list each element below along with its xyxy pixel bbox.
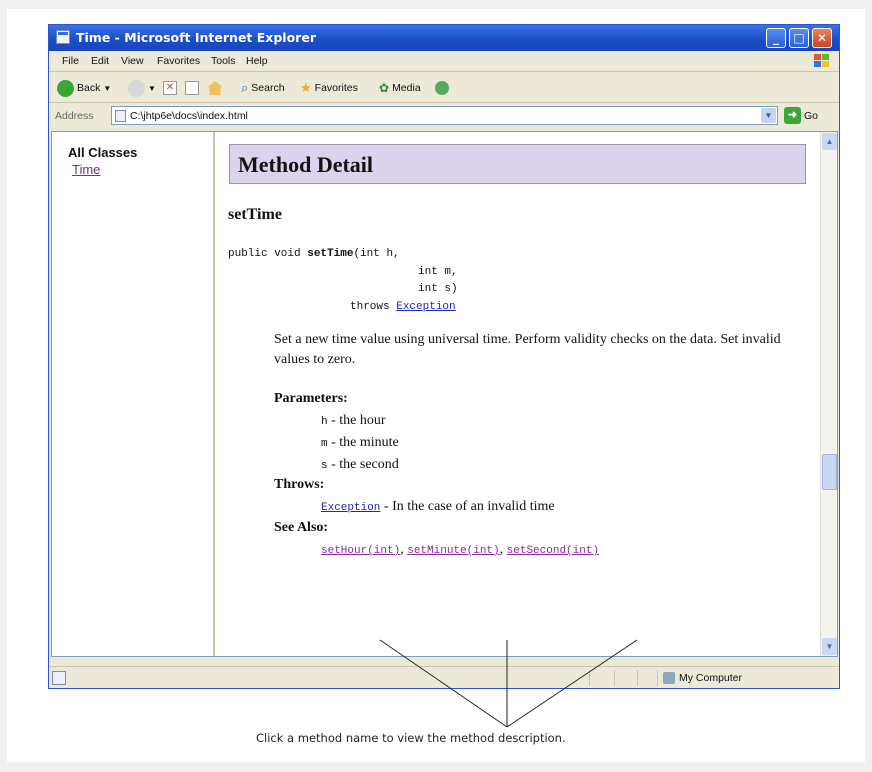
- callout-line-setsecond: [506, 639, 638, 728]
- figure-caption: Click a method name to view the method d…: [256, 731, 566, 745]
- callout-line-sethour: [379, 639, 508, 728]
- callout-lines: [379, 639, 638, 728]
